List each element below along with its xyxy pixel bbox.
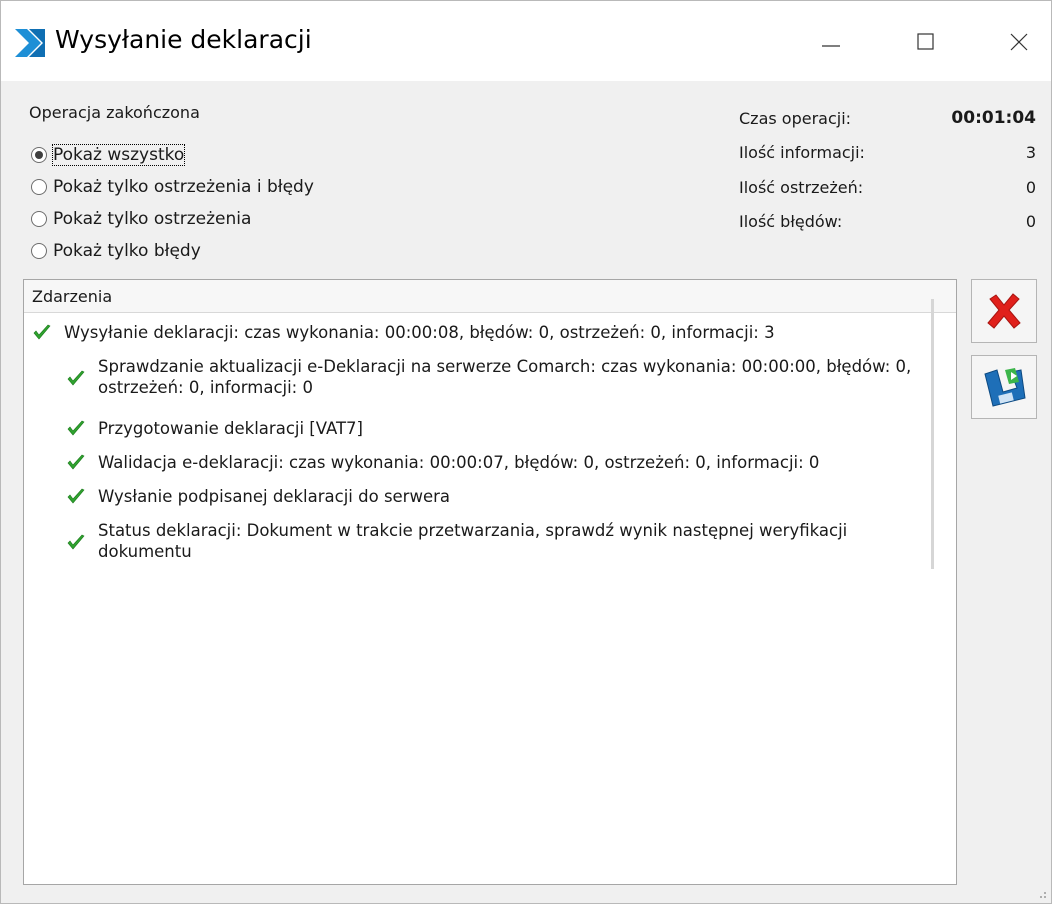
radio-show-all[interactable]: Pokaż wszystko <box>31 139 314 171</box>
stat-value: 0 <box>1025 177 1036 197</box>
stat-error-count: Ilość błędów: 0 <box>739 205 1036 240</box>
stat-label: Ilość ostrzeżeń: <box>739 177 864 197</box>
radio-button[interactable] <box>31 211 47 227</box>
maximize-button[interactable] <box>896 13 956 71</box>
stat-label: Ilość błędów: <box>739 212 843 232</box>
check-icon <box>33 324 51 340</box>
radio-show-warnings[interactable]: Pokaż tylko ostrzeżenia <box>31 203 314 235</box>
stat-value: 00:01:04 <box>951 108 1036 129</box>
tree-item-child[interactable]: Sprawdzanie aktualizacji e-Deklaracji na… <box>66 356 926 398</box>
filter-radio-group: Pokaż wszystko Pokaż tylko ostrzeżenia i… <box>31 139 314 267</box>
events-header: Zdarzenia <box>24 280 956 313</box>
save-button[interactable] <box>971 355 1037 419</box>
tree-item-label: Przygotowanie deklaracji [VAT7] <box>98 419 363 438</box>
scrollbar-track[interactable] <box>931 299 934 569</box>
events-tree[interactable]: Zdarzenia Wysyłanie deklaracji: czas wyk… <box>23 279 957 885</box>
stat-time: Czas operacji: 00:01:04 <box>739 101 1036 136</box>
tree-item-label: Wysłanie podpisanej deklaracji do serwer… <box>98 487 451 506</box>
tree-item-label: Walidacja e-deklaracji: czas wykonania: … <box>98 453 820 472</box>
radio-label: Pokaż tylko błędy <box>53 241 201 261</box>
window-title: Wysyłanie deklaracji <box>55 25 312 54</box>
radio-show-errors[interactable]: Pokaż tylko błędy <box>31 235 314 267</box>
tree-item-root[interactable]: Wysyłanie deklaracji: czas wykonania: 00… <box>32 322 775 343</box>
tree-item-label: Status deklaracji: Dokument w trakcie pr… <box>98 521 848 561</box>
tree-item-label: Sprawdzanie aktualizacji e-Deklaracji na… <box>98 357 912 397</box>
stat-label: Ilość informacji: <box>739 143 865 163</box>
stat-value: 3 <box>1025 143 1036 163</box>
check-icon <box>67 370 85 386</box>
stat-value: 0 <box>1025 212 1036 232</box>
app-logo-icon <box>15 29 45 57</box>
close-button[interactable] <box>989 13 1049 71</box>
red-x-icon <box>987 293 1021 329</box>
stat-warning-count: Ilość ostrzeżeń: 0 <box>739 170 1036 205</box>
radio-label: Pokaż tylko ostrzeżenia i błędy <box>53 177 314 197</box>
check-icon <box>67 420 85 436</box>
tree-item-label: Wysyłanie deklaracji: czas wykonania: 00… <box>64 323 775 342</box>
radio-show-warnings-errors[interactable]: Pokaż tylko ostrzeżenia i błędy <box>31 171 314 203</box>
radio-button[interactable] <box>31 147 47 163</box>
check-icon <box>67 534 85 550</box>
maximize-icon <box>917 33 934 50</box>
stat-info-count: Ilość informacji: 3 <box>739 136 1036 171</box>
close-icon <box>1010 33 1028 51</box>
tree-item-child[interactable]: Wysłanie podpisanej deklaracji do serwer… <box>66 486 450 507</box>
minimize-button[interactable] <box>801 13 861 71</box>
operation-stats: Czas operacji: 00:01:04 Ilość informacji… <box>739 101 1036 239</box>
check-icon <box>67 488 85 504</box>
title-bar[interactable]: Wysyłanie deklaracji <box>1 1 1051 81</box>
tree-item-child[interactable]: Status deklaracji: Dokument w trakcie pr… <box>66 520 936 562</box>
radio-button[interactable] <box>31 179 47 195</box>
minimize-icon <box>822 45 840 47</box>
tree-item-child[interactable]: Przygotowanie deklaracji [VAT7] <box>66 418 363 439</box>
radio-label: Pokaż wszystko <box>51 144 186 166</box>
resize-grip-icon[interactable] <box>1037 889 1047 899</box>
floppy-save-icon <box>984 368 1026 407</box>
radio-button[interactable] <box>31 243 47 259</box>
tree-item-child[interactable]: Walidacja e-deklaracji: czas wykonania: … <box>66 452 819 473</box>
cancel-button[interactable] <box>971 279 1037 343</box>
dialog-window: Wysyłanie deklaracji Operacja zakończona… <box>0 0 1052 904</box>
operation-status: Operacja zakończona <box>29 103 200 122</box>
stat-label: Czas operacji: <box>739 108 852 128</box>
check-icon <box>67 454 85 470</box>
radio-label: Pokaż tylko ostrzeżenia <box>53 209 252 229</box>
